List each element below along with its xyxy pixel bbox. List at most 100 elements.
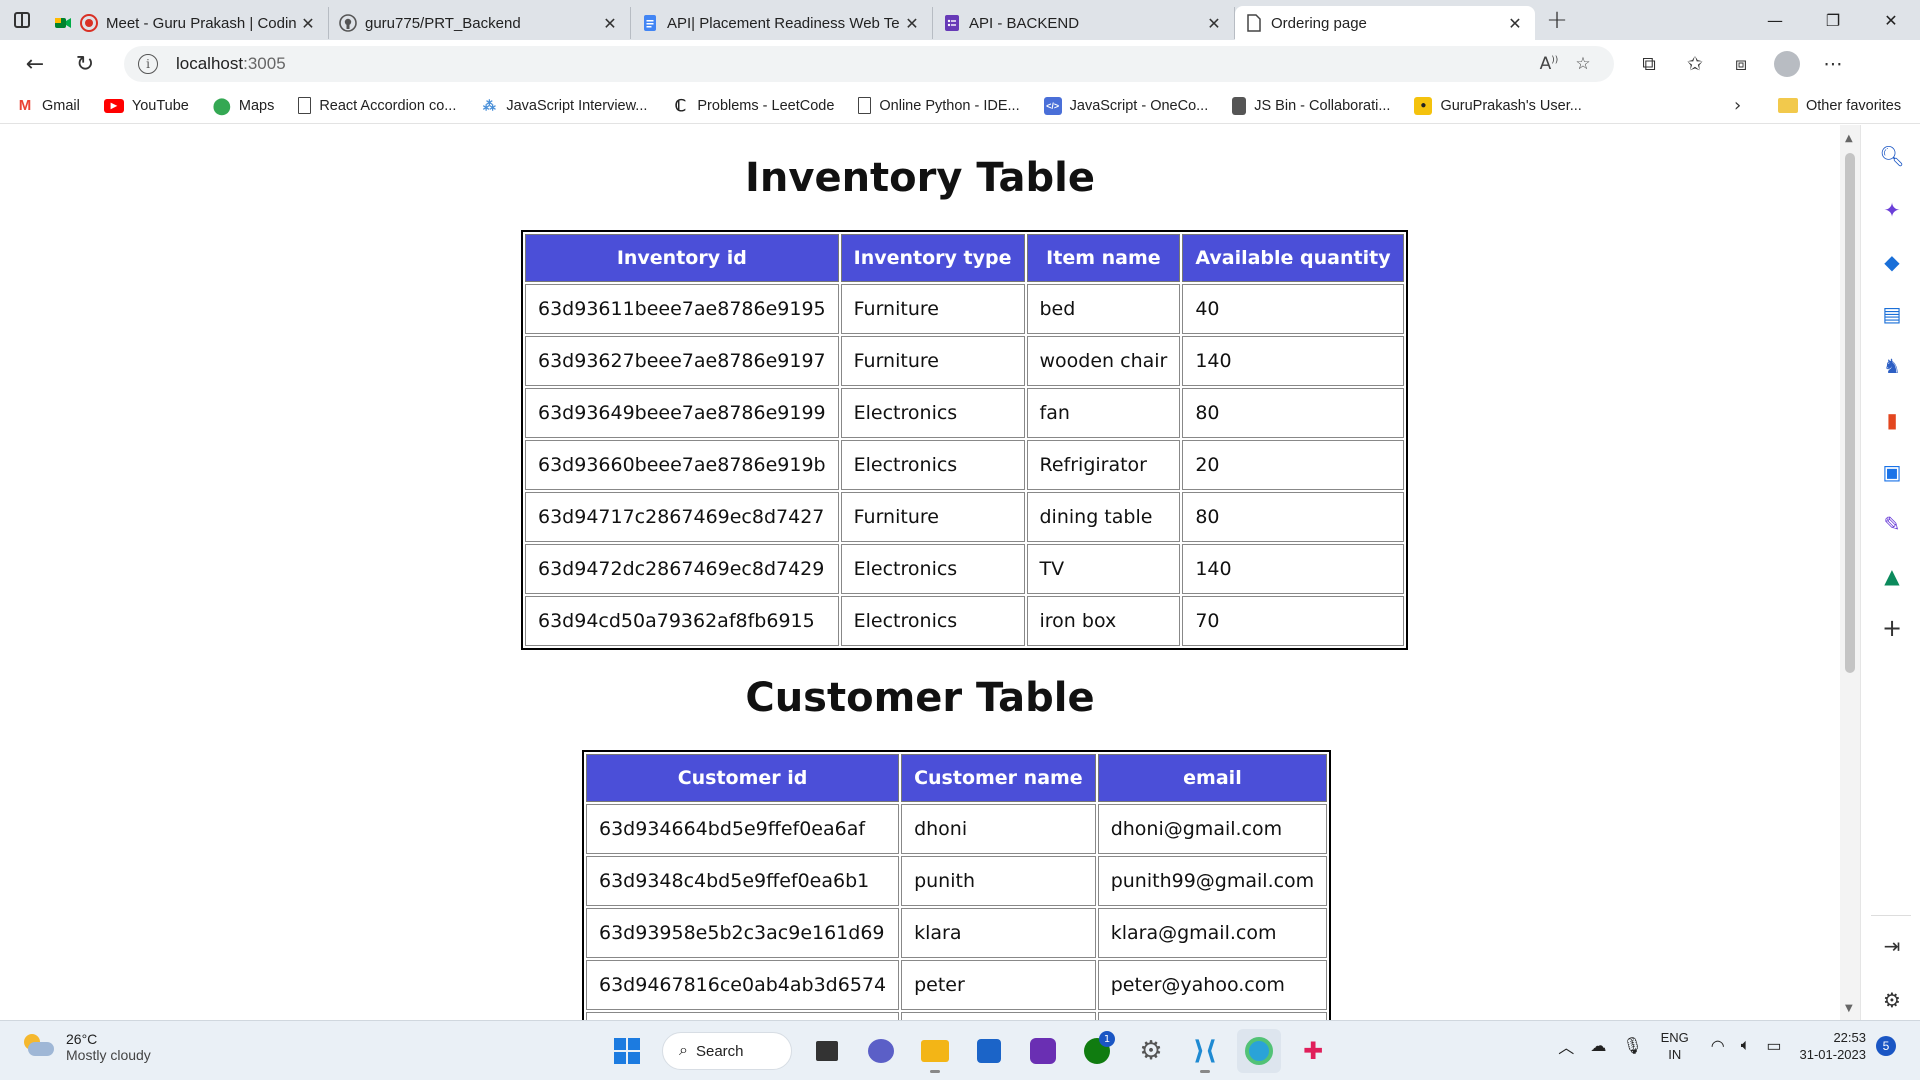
maximize-button[interactable]: ❐ bbox=[1804, 0, 1862, 40]
reload-icon: ↻ bbox=[75, 51, 95, 77]
volume-icon[interactable]: 🔈︎ bbox=[1741, 1037, 1751, 1055]
meet-icon bbox=[54, 14, 72, 32]
settings-menu-button[interactable]: ⋯ bbox=[1810, 46, 1856, 82]
wifi-icon[interactable]: ◠ bbox=[1711, 1036, 1725, 1056]
bookmark-gmail[interactable]: M Gmail bbox=[16, 97, 80, 115]
close-icon[interactable]: ✕ bbox=[1505, 13, 1525, 33]
new-tab-button[interactable]: + bbox=[1535, 0, 1579, 40]
bookmark-maps[interactable]: ⬤ Maps bbox=[213, 97, 274, 115]
bookmark-youtube[interactable]: ▶ YouTube bbox=[103, 98, 189, 114]
reload-button[interactable]: ↻ bbox=[60, 44, 110, 84]
app-button[interactable] bbox=[1021, 1029, 1065, 1073]
tab-meet[interactable]: Meet - Guru Prakash | Codin ✕ bbox=[44, 7, 329, 39]
tab-title: Ordering page bbox=[1271, 14, 1367, 32]
onedrive-icon[interactable]: ☁ bbox=[1590, 1036, 1606, 1056]
close-icon[interactable]: ✕ bbox=[902, 13, 922, 33]
weather-widget[interactable]: 26°C Mostly cloudy bbox=[20, 1031, 151, 1063]
back-button[interactable]: ← bbox=[10, 44, 60, 84]
chevron-up-icon[interactable]: ︿ bbox=[1558, 1034, 1574, 1058]
copilot-icon[interactable]: ✦ bbox=[1879, 197, 1905, 223]
vscode-button[interactable]: ⟩⟨ bbox=[1183, 1029, 1227, 1073]
close-icon[interactable]: ✕ bbox=[298, 13, 318, 33]
bookmark-label: React Accordion co... bbox=[319, 97, 457, 114]
shopping-tag-icon[interactable]: ◆ bbox=[1879, 249, 1905, 275]
task-view-button[interactable] bbox=[805, 1029, 849, 1073]
scroll-up-icon[interactable]: ▲ bbox=[1845, 133, 1853, 144]
tab-ordering-page[interactable]: Ordering page ✕ bbox=[1235, 6, 1535, 40]
close-icon[interactable]: ✕ bbox=[600, 13, 620, 33]
bookmark-react-accordion[interactable]: React Accordion co... bbox=[298, 97, 456, 114]
close-window-button[interactable]: ✕ bbox=[1862, 0, 1920, 40]
bookmark-online-python[interactable]: Online Python - IDE... bbox=[858, 97, 1020, 114]
hide-sidebar-icon[interactable]: ⇥ bbox=[1879, 933, 1905, 959]
inventory-heading: Inventory Table bbox=[745, 155, 1095, 201]
page-scrollbar[interactable]: ▲ ▼ bbox=[1840, 125, 1860, 1020]
outlook-icon[interactable]: ▣ bbox=[1879, 459, 1905, 485]
close-icon[interactable]: ✕ bbox=[1204, 13, 1224, 33]
games-icon[interactable]: ♞ bbox=[1879, 353, 1905, 379]
table-cell: Electronics bbox=[840, 440, 1025, 490]
bookmark-onecompiler[interactable]: </> JavaScript - OneCo... bbox=[1043, 96, 1208, 115]
read-aloud-icon[interactable]: A)) bbox=[1532, 54, 1566, 74]
table-row: 63d93660beee7ae8786e919b Electronics Refri… bbox=[525, 440, 1404, 490]
gear-icon: ⚙ bbox=[1139, 1036, 1163, 1066]
task-view-icon bbox=[816, 1041, 838, 1061]
language-indicator[interactable]: ENG IN bbox=[1661, 1029, 1689, 1063]
taskbar-search[interactable]: ⌕ Search bbox=[662, 1032, 792, 1070]
minimize-button[interactable]: — bbox=[1746, 0, 1804, 40]
maps-icon: ⬤ bbox=[212, 97, 231, 115]
notifications-badge[interactable]: 5 bbox=[1876, 1036, 1896, 1056]
profile-button[interactable] bbox=[1764, 46, 1810, 82]
store-button[interactable] bbox=[967, 1029, 1011, 1073]
collections-button[interactable]: ⧈ bbox=[1718, 46, 1764, 82]
table-cell: 63d94717c2867469ec8d7427 bbox=[525, 492, 839, 542]
taskbar-apps: ⌕ Search 1 ⚙ ⟩⟨ ✚ bbox=[600, 1029, 1340, 1073]
table-cell: 63d9467816ce0ab4ab3d6574 bbox=[586, 960, 900, 1010]
tab-forms[interactable]: API - BACKEND ✕ bbox=[933, 7, 1235, 39]
favorites-button[interactable]: ✩ bbox=[1672, 46, 1718, 82]
bookmark-guruprakash[interactable]: ● GuruPrakash's User... bbox=[1414, 96, 1582, 115]
start-button[interactable] bbox=[605, 1029, 649, 1073]
site-info-icon[interactable]: i bbox=[138, 54, 158, 74]
tab-actions-button[interactable] bbox=[0, 0, 44, 40]
teams-chat-button[interactable] bbox=[859, 1029, 903, 1073]
inventory-table: Inventory id Inventory type Item name Avail… bbox=[521, 230, 1408, 650]
slack-button[interactable]: ✚ bbox=[1291, 1029, 1335, 1073]
designer-icon[interactable]: ✎ bbox=[1879, 511, 1905, 537]
bookmark-jsbin[interactable]: JS Bin - Collaborati... bbox=[1232, 96, 1390, 115]
clock[interactable]: 22:53 31-01-2023 bbox=[1800, 1029, 1867, 1063]
add-favorite-icon[interactable]: ☆ bbox=[1566, 54, 1600, 74]
scroll-thumb[interactable] bbox=[1845, 153, 1855, 673]
extensions-button[interactable]: ⧉ bbox=[1626, 46, 1672, 82]
table-header-row: Customer id Customer name email bbox=[586, 754, 1328, 802]
gear-icon[interactable]: ⚙ bbox=[1879, 987, 1905, 1013]
tab-docs[interactable]: API| Placement Readiness Web Te ✕ bbox=[631, 7, 933, 39]
table-row: 63d9472dc2867469ec8d7429 Electronics TV 140 bbox=[525, 544, 1404, 594]
bookmark-leetcode[interactable]: ℂ Problems - LeetCode bbox=[671, 97, 835, 115]
address-bar[interactable]: i localhost:3005 A)) ☆ bbox=[124, 46, 1614, 82]
url-text[interactable]: localhost:3005 bbox=[176, 54, 1532, 74]
search-icon[interactable]: 🔍︎ bbox=[1879, 143, 1905, 169]
office-icon[interactable]: ▮ bbox=[1879, 407, 1905, 433]
table-cell: Refrigirator bbox=[1026, 440, 1181, 490]
table-cell: 20 bbox=[1182, 440, 1404, 490]
back-arrow-icon: ← bbox=[25, 51, 45, 77]
windows-icon bbox=[614, 1038, 640, 1064]
other-favorites[interactable]: Other favorites bbox=[1778, 98, 1901, 114]
microphone-icon[interactable]: 🎙︎ bbox=[1622, 1036, 1642, 1056]
add-icon[interactable]: + bbox=[1879, 614, 1905, 642]
tools-icon[interactable]: ▤ bbox=[1879, 301, 1905, 327]
tab-github[interactable]: guru775/PRT_Backend ✕ bbox=[329, 7, 631, 39]
chevron-right-icon[interactable]: › bbox=[1734, 95, 1741, 116]
more-icon: ⋯ bbox=[1823, 53, 1843, 75]
bookmark-js-interview[interactable]: ⁂ JavaScript Interview... bbox=[480, 97, 648, 115]
close-icon: ✕ bbox=[1884, 10, 1898, 30]
xbox-button[interactable]: 1 bbox=[1075, 1029, 1119, 1073]
tab-actions-icon bbox=[14, 12, 30, 28]
file-explorer-button[interactable] bbox=[913, 1029, 957, 1073]
battery-icon[interactable]: ▭ bbox=[1766, 1036, 1781, 1056]
tree-icon[interactable]: ▲ bbox=[1879, 563, 1905, 589]
scroll-down-icon[interactable]: ▼ bbox=[1845, 1003, 1853, 1014]
settings-app-button[interactable]: ⚙ bbox=[1129, 1029, 1173, 1073]
edge-button[interactable] bbox=[1237, 1029, 1281, 1073]
